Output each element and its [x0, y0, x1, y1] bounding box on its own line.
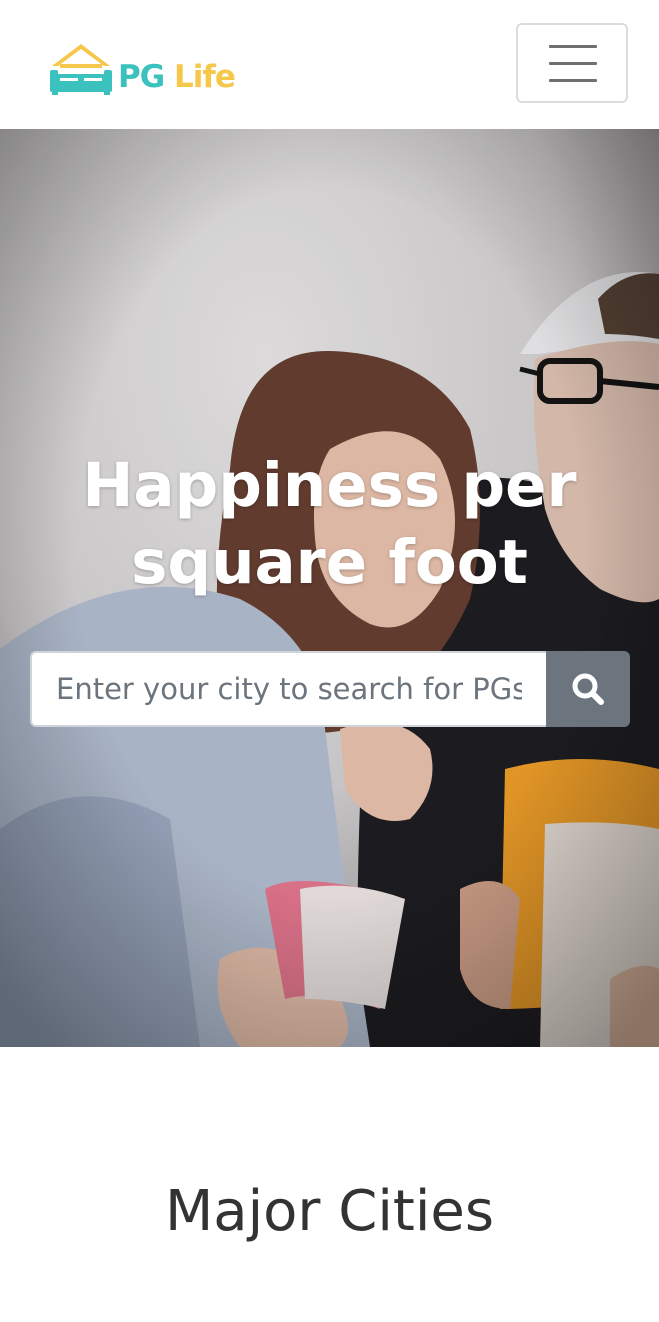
city-search-form [30, 651, 630, 727]
hero-banner: Happiness per square foot [0, 129, 659, 1047]
house-sofa-logo-icon [50, 44, 112, 95]
navbar-toggle-button[interactable] [516, 23, 628, 103]
city-search-input[interactable] [30, 651, 546, 727]
major-cities-section: Major Cities [0, 1047, 659, 1322]
navbar: PG Life [0, 0, 659, 129]
brand-name-life: Life [173, 59, 236, 95]
major-cities-heading: Major Cities [164, 1179, 495, 1244]
brand-logo[interactable]: PG Life [46, 36, 236, 96]
brand-name-pg: PG [118, 59, 165, 95]
hero-title: Happiness per square foot [0, 447, 659, 601]
brand-name: PG Life [118, 59, 236, 95]
hero-title-line2: square foot [131, 527, 528, 598]
search-button[interactable] [546, 651, 630, 727]
search-icon [572, 673, 604, 705]
hero-title-line1: Happiness per [82, 450, 577, 521]
